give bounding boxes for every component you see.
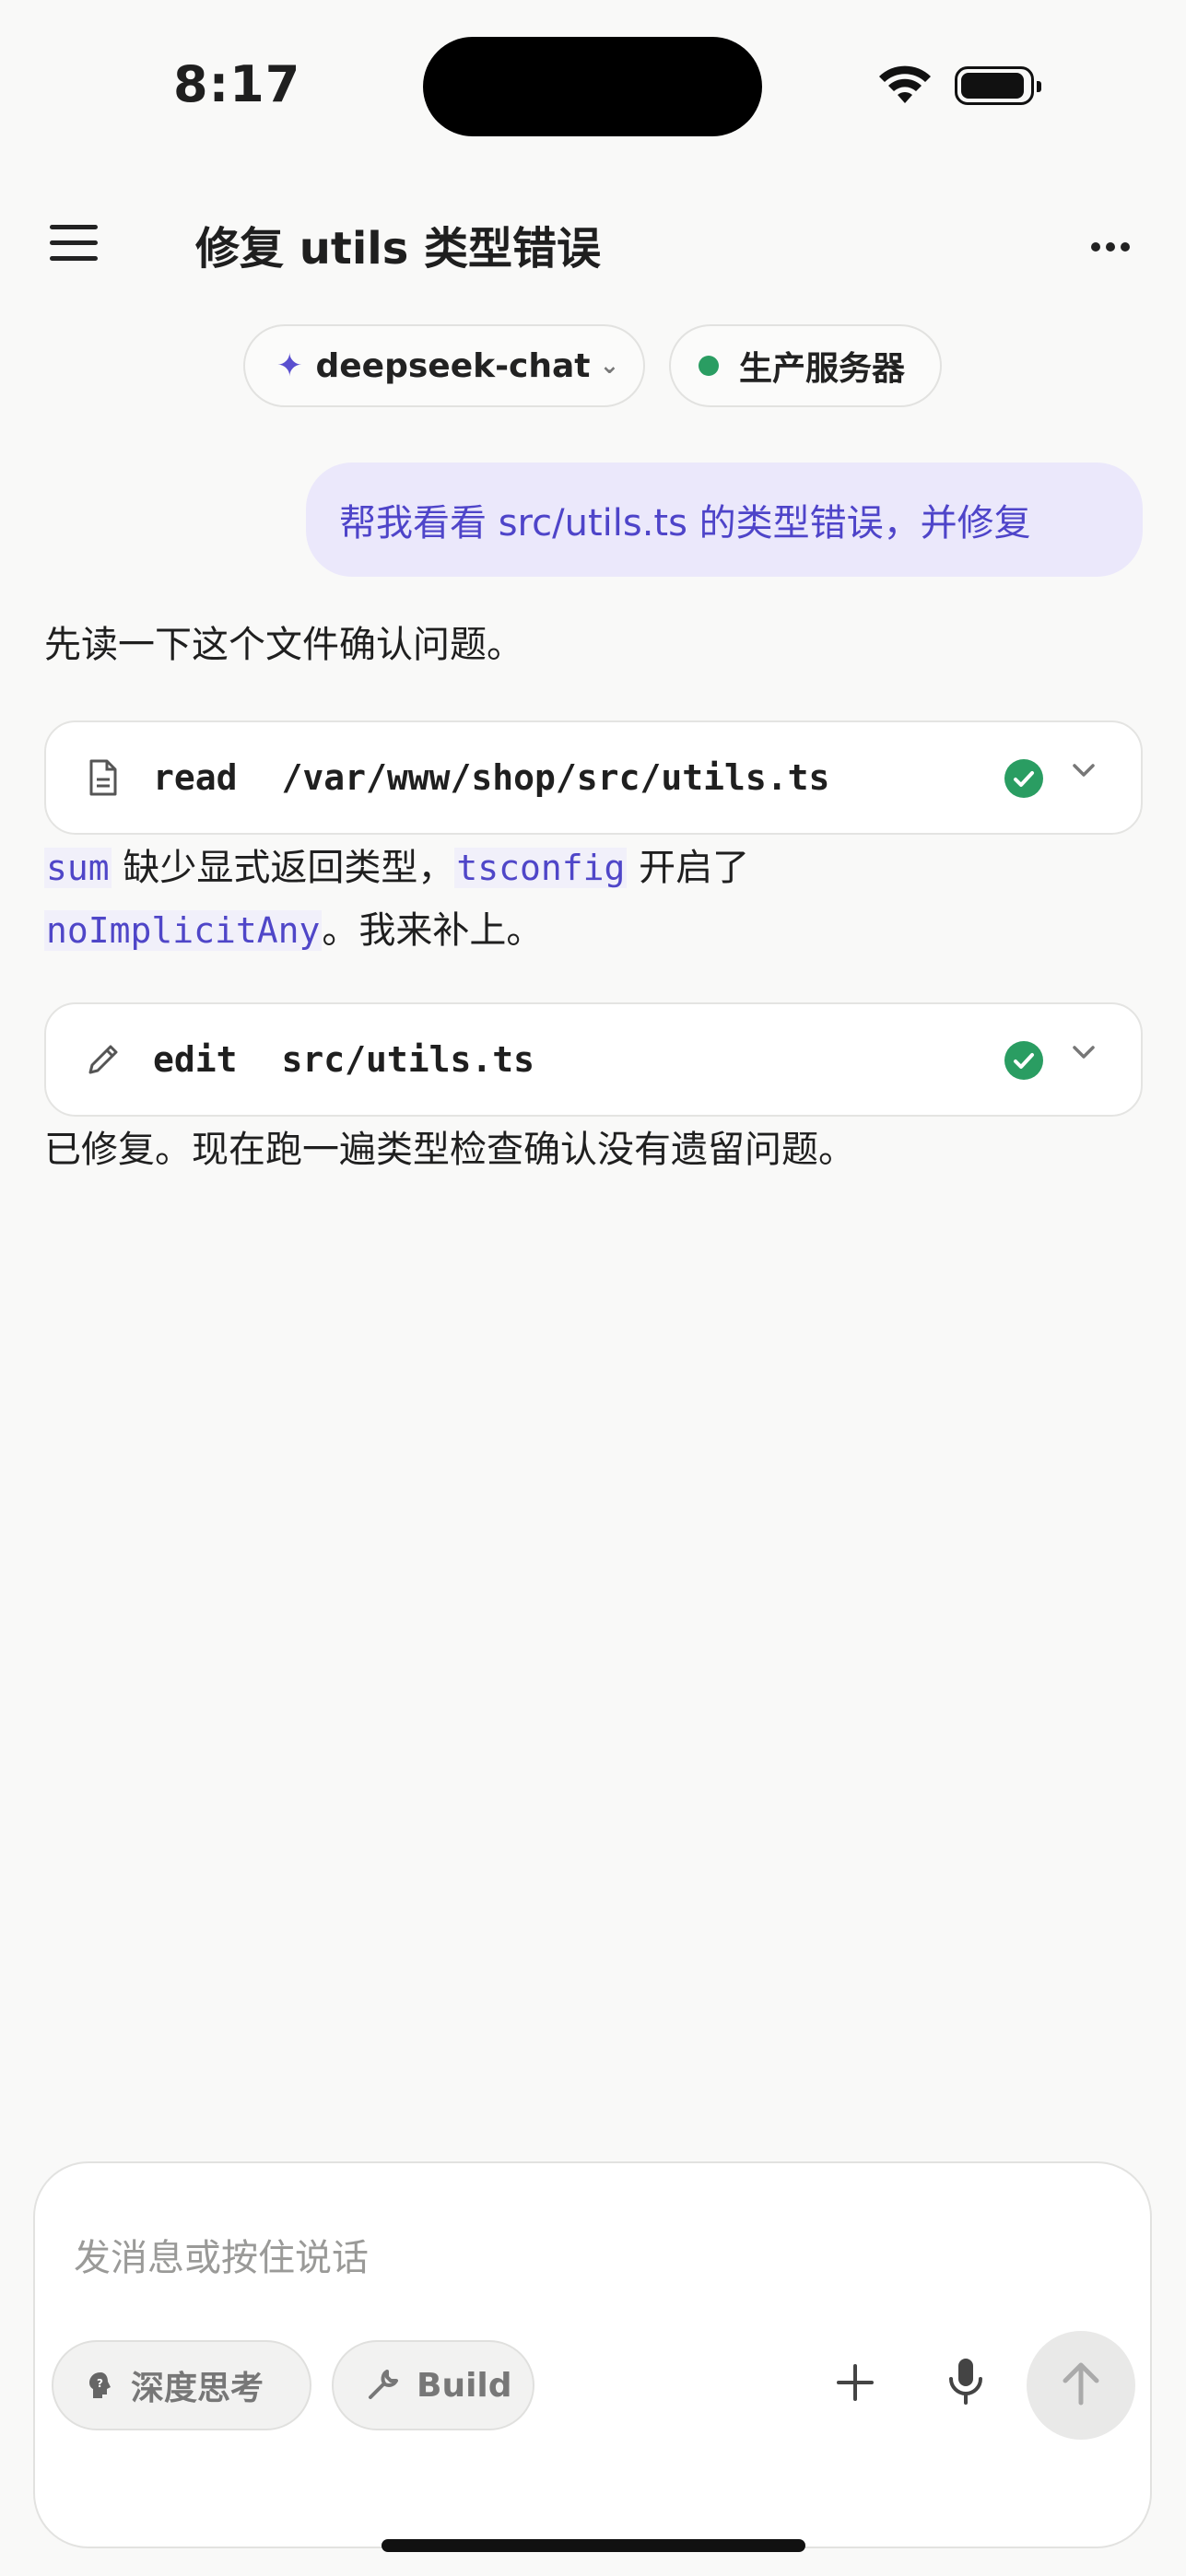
page-title: 修复 utils 类型错误	[195, 223, 602, 275]
server-name: 生产服务器	[739, 350, 906, 388]
server-selector[interactable]: 生产服务器	[669, 324, 942, 407]
assistant-message: 已修复。现在跑一遍类型检查确认没有遗留问题。	[44, 1129, 855, 1171]
send-button[interactable]	[1027, 2331, 1135, 2440]
build-label: Build	[417, 2366, 512, 2405]
battery-icon	[955, 66, 1041, 105]
brain-icon: ?	[87, 2371, 114, 2400]
chevron-down-icon[interactable]	[1071, 1043, 1097, 1065]
tool-path: src/utils.ts	[281, 1039, 535, 1080]
tool-name: edit	[153, 1039, 238, 1080]
chevron-down-icon: ⌄	[599, 352, 620, 380]
inline-code: sum	[44, 848, 112, 888]
server-status-dot	[699, 356, 719, 376]
model-name: deepseek-chat	[315, 346, 591, 385]
tool-call-edit[interactable]: edit src/utils.ts	[44, 1002, 1143, 1117]
message-input[interactable]: 发消息或按住说话	[74, 2228, 369, 2281]
home-indicator	[382, 2539, 805, 2552]
success-check-icon	[1004, 759, 1043, 798]
model-selector[interactable]: ✦ deepseek-chat ⌄	[243, 324, 645, 407]
more-options-icon[interactable]	[1091, 238, 1135, 255]
assistant-message: 先读一下这个文件确认问题。	[44, 624, 523, 666]
menu-icon[interactable]	[50, 225, 98, 262]
inline-code: noImplicitAny	[44, 910, 323, 951]
chevron-down-icon[interactable]	[1071, 761, 1097, 783]
wrench-icon	[365, 2368, 400, 2403]
microphone-icon[interactable]	[945, 2355, 986, 2410]
tool-path: /var/www/shop/src/utils.ts	[281, 757, 830, 798]
message-text: 缺少显式返回类型，	[111, 847, 455, 889]
status-time: 8:17	[173, 55, 301, 113]
pencil-icon	[85, 1039, 122, 1080]
message-text: 开启了	[627, 847, 750, 889]
assistant-message: sum 缺少显式返回类型，tsconfig 开启了 noImplicitAny。我…	[44, 837, 1141, 962]
add-attachment-icon[interactable]	[835, 2357, 875, 2412]
tool-call-read[interactable]: read /var/www/shop/src/utils.ts	[44, 720, 1143, 835]
success-check-icon	[1004, 1041, 1043, 1080]
document-icon	[85, 757, 122, 798]
deep-think-label: 深度思考	[131, 2370, 264, 2407]
build-toggle[interactable]: Build	[332, 2340, 534, 2430]
message-text: 。我来补上。	[322, 909, 544, 952]
dynamic-island	[423, 37, 762, 136]
svg-text:?: ?	[97, 2377, 103, 2390]
arrow-up-icon	[1060, 2360, 1102, 2410]
tool-name: read	[153, 757, 238, 798]
deep-think-toggle[interactable]: ? 深度思考	[52, 2340, 311, 2430]
user-message: 帮我看看 src/utils.ts 的类型错误，并修复	[306, 463, 1143, 577]
wifi-icon	[877, 64, 933, 111]
sparkle-icon: ✦	[276, 347, 303, 384]
inline-code: tsconfig	[454, 848, 628, 888]
